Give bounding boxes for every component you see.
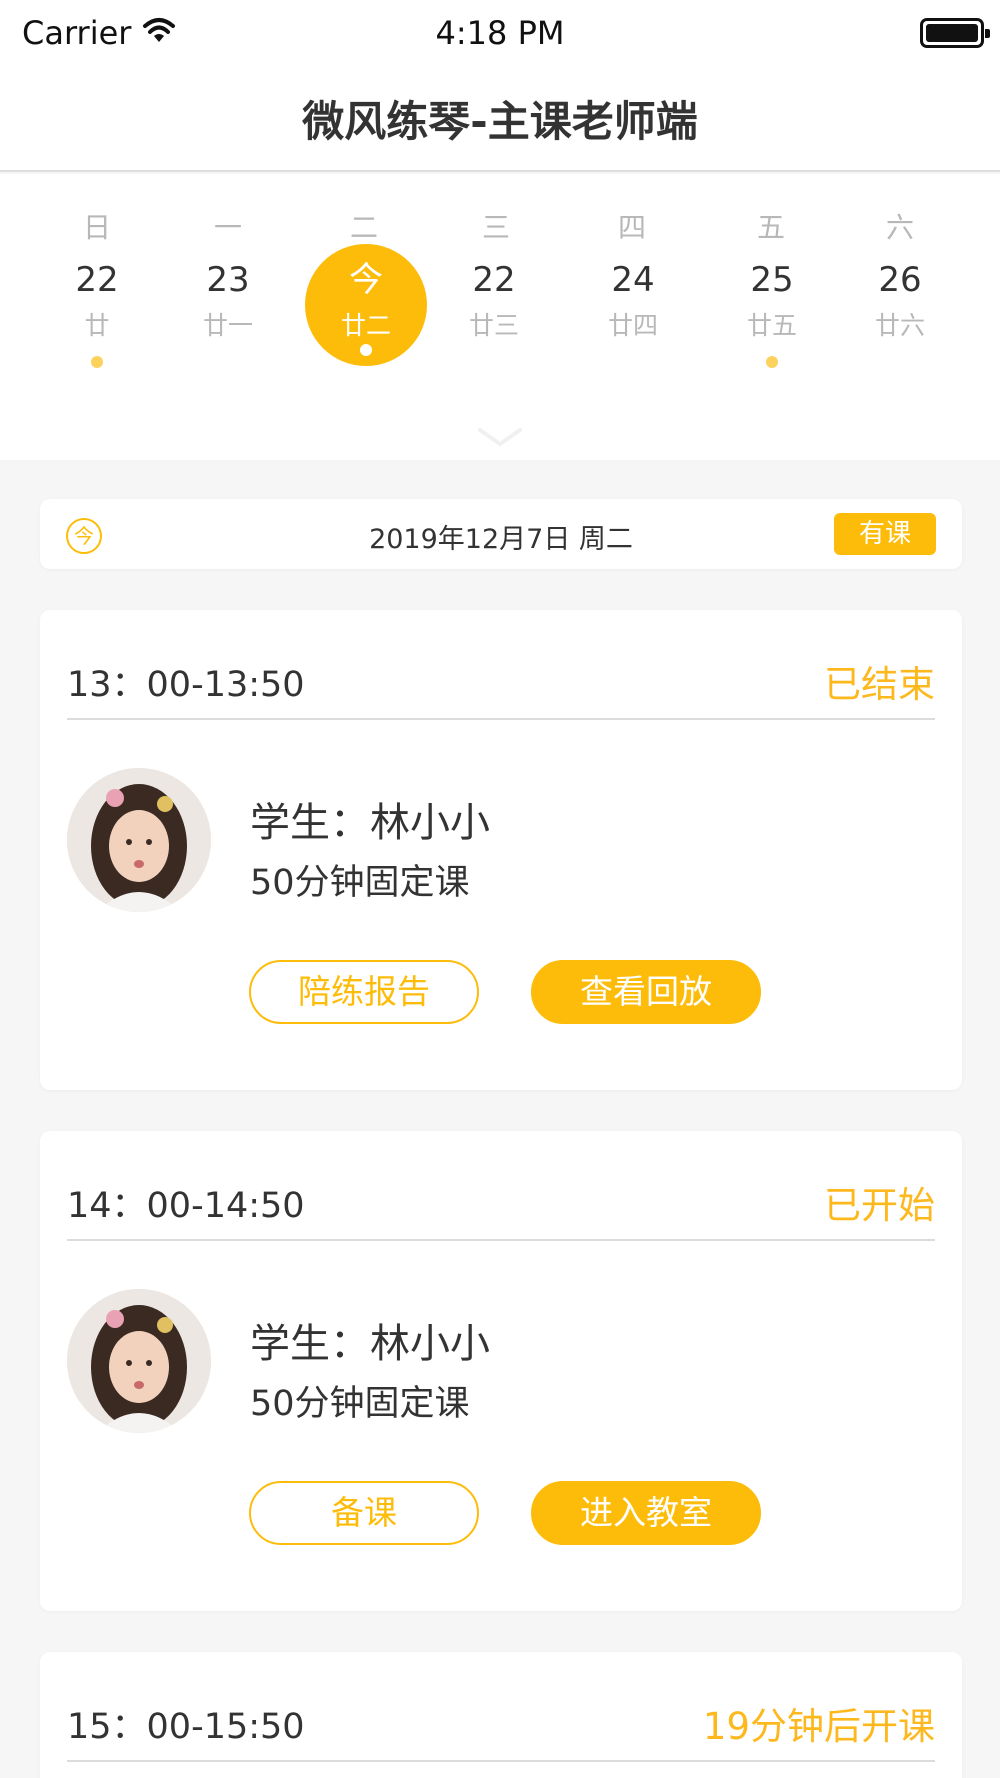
lesson-time: 13：00-13:50 — [67, 665, 305, 705]
calendar-day[interactable]: 22 廿 — [36, 244, 158, 368]
student-name: 学生：林小小 — [250, 1321, 490, 1367]
calendar-day-today[interactable]: 今 廿二 — [305, 244, 427, 366]
prepare-lesson-button[interactable]: 备课 — [249, 1481, 479, 1545]
calendar-day[interactable]: 25 廿五 — [711, 244, 833, 368]
class-indicator-dot — [360, 344, 372, 356]
lunar-date: 廿二 — [340, 311, 391, 340]
day-number: 今 — [349, 260, 383, 300]
lesson-card-header: 15：00-15:50 19分钟后开课 — [67, 1652, 935, 1762]
enter-classroom-button[interactable]: 进入教室 — [531, 1481, 761, 1545]
status-time: 4:18 PM — [435, 14, 565, 52]
selected-date-text: 2019年12月7日 周二 — [369, 524, 633, 555]
lesson-status: 19分钟后开课 — [702, 1705, 935, 1748]
weekday-label-sat: 六 — [885, 211, 914, 244]
lunar-date: 廿六 — [874, 311, 925, 340]
navigation-bar: 微风练琴-主课老师端 — [0, 64, 1000, 172]
calendar-day[interactable]: 22 廿三 — [433, 244, 555, 366]
selected-date-bar: 今 2019年12月7日 周二 有课 — [40, 499, 962, 569]
lesson-time: 14：00-14:50 — [67, 1186, 305, 1226]
lunar-date: 廿五 — [746, 311, 797, 340]
lunar-date: 廿四 — [607, 311, 658, 340]
lunar-date: 廿三 — [468, 311, 519, 340]
battery-icon — [920, 18, 990, 48]
page-title: 微风练琴-主课老师端 — [302, 97, 698, 146]
calendar-day[interactable]: 26 廿六 — [839, 244, 961, 366]
day-number: 25 — [750, 260, 794, 300]
view-replay-button[interactable]: 查看回放 — [531, 960, 761, 1024]
class-indicator-dot — [766, 356, 778, 368]
weekday-label-sun: 日 — [82, 211, 111, 244]
status-bar: Carrier 4:18 PM — [0, 0, 1000, 64]
lunar-date: 廿一 — [202, 311, 253, 340]
course-type: 50分钟固定课 — [250, 1384, 470, 1424]
lesson-card: 13：00-13:50 已结束 学生：林小小 50分钟固定课 陪练报告 查看回放 — [40, 610, 962, 1090]
day-number: 23 — [206, 260, 250, 300]
lesson-card-header: 14：00-14:50 已开始 — [67, 1131, 935, 1241]
student-avatar — [67, 1289, 211, 1433]
calendar-day[interactable]: 24 廿四 — [572, 244, 694, 366]
lesson-card: 15：00-15:50 19分钟后开课 — [40, 1652, 962, 1778]
weekday-label-mon: 一 — [213, 211, 242, 244]
lesson-status: 已开始 — [824, 1184, 935, 1227]
student-avatar — [67, 768, 211, 912]
day-number: 22 — [75, 260, 119, 300]
week-calendar: 日 一 二 三 四 五 六 22 廿 23 廿一 今 廿二 22 廿三 24 廿… — [0, 174, 1000, 460]
course-type: 50分钟固定课 — [250, 863, 470, 903]
lunar-date: 廿 — [84, 311, 110, 340]
day-number: 26 — [878, 260, 922, 300]
day-number: 22 — [472, 260, 516, 300]
weekday-label-thu: 四 — [617, 211, 646, 244]
lesson-status: 已结束 — [824, 663, 935, 706]
lesson-card-header: 13：00-13:50 已结束 — [67, 610, 935, 720]
chevron-down-icon[interactable] — [476, 426, 524, 450]
lesson-time: 15：00-15:50 — [67, 1707, 305, 1747]
weekday-label-tue: 二 — [349, 211, 378, 244]
weekday-label-wed: 三 — [481, 211, 510, 244]
weekday-label-fri: 五 — [756, 211, 785, 244]
day-number: 24 — [611, 260, 655, 300]
lesson-card: 14：00-14:50 已开始 学生：林小小 50分钟固定课 备课 进入教室 — [40, 1131, 962, 1611]
student-name: 学生：林小小 — [250, 800, 490, 846]
calendar-day[interactable]: 23 廿一 — [167, 244, 289, 366]
class-indicator-dot — [91, 356, 103, 368]
has-class-badge: 有课 — [834, 513, 936, 555]
practice-report-button[interactable]: 陪练报告 — [249, 960, 479, 1024]
